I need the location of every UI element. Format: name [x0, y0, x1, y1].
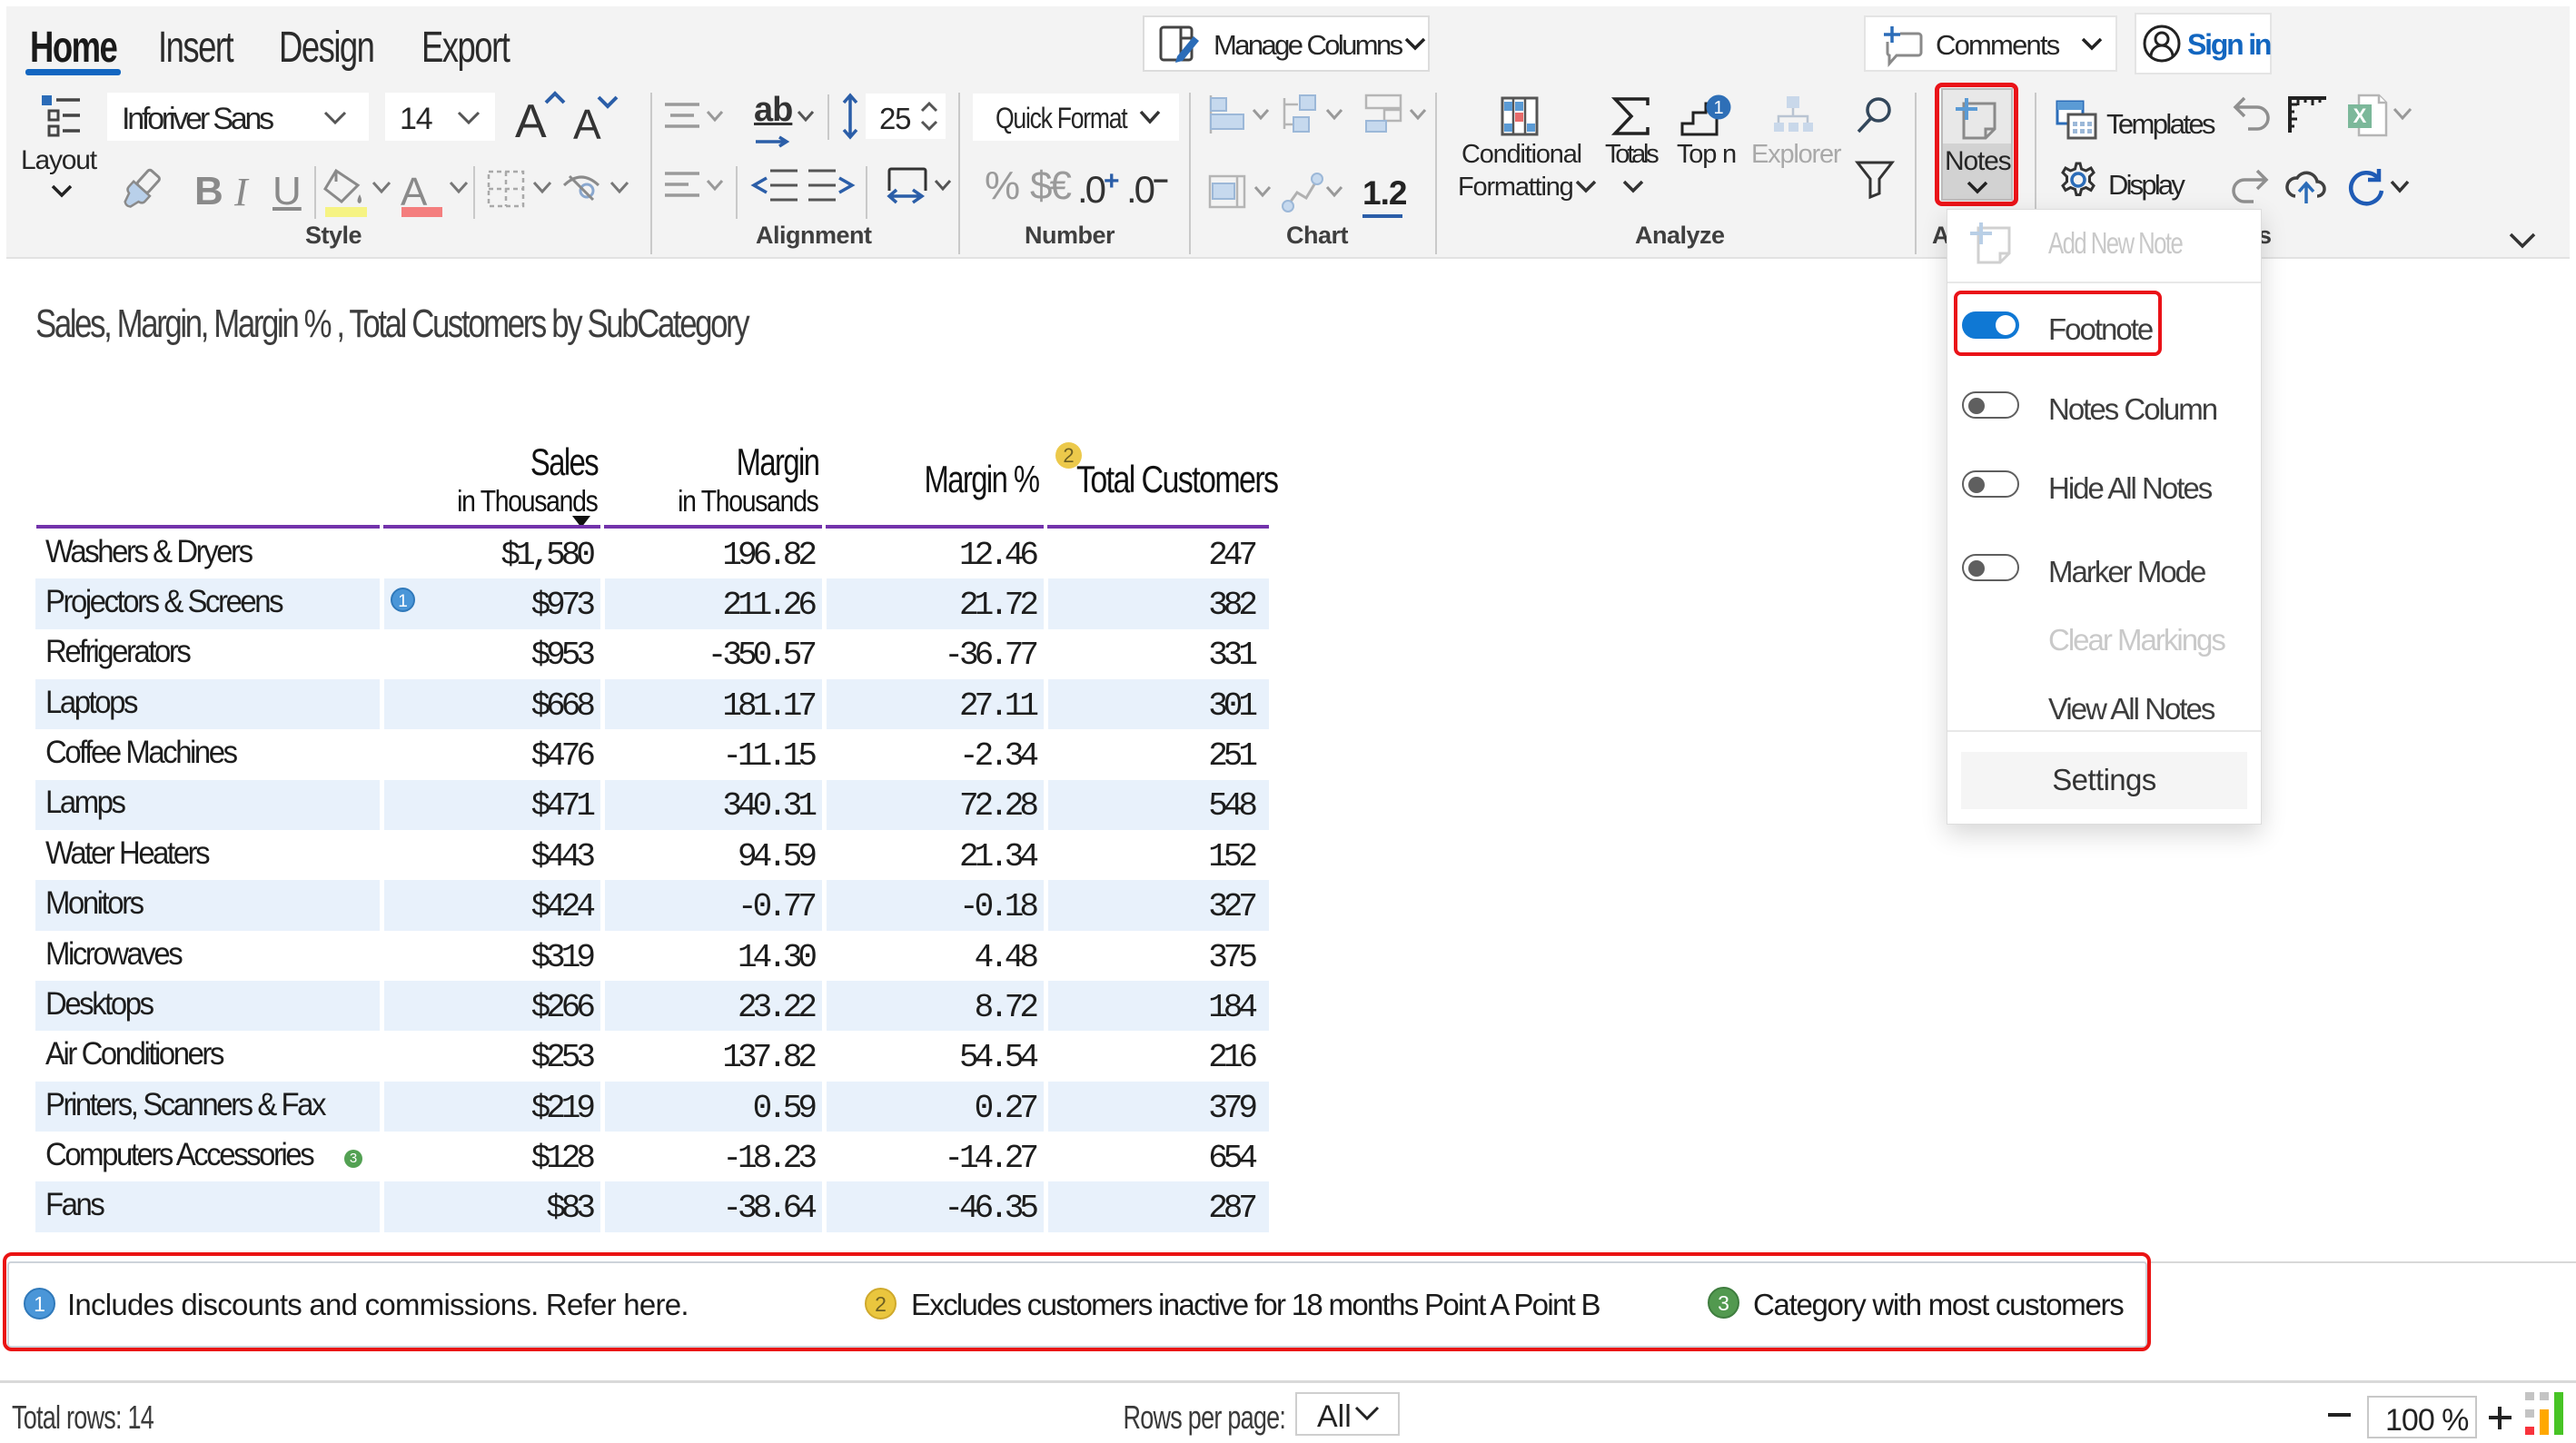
svg-text:X: X: [2353, 104, 2367, 127]
svg-text:1: 1: [1713, 98, 1723, 118]
